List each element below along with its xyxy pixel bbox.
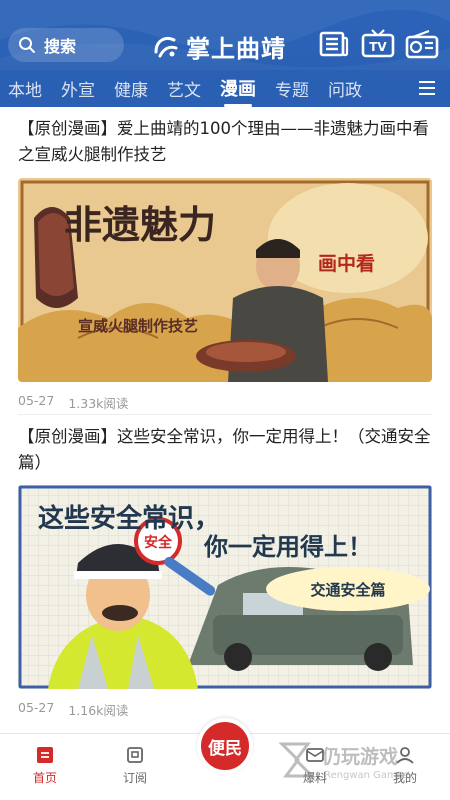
divider [18, 414, 432, 415]
tab-comics[interactable]: 漫画 [220, 75, 256, 107]
logo-text: 掌上曲靖 [186, 33, 286, 63]
svg-text:交通安全篇: 交通安全篇 [310, 581, 385, 599]
article-card[interactable]: 【原创漫画】这些安全常识，你一定用得上！（交通安全篇） 安全 这些安全常识， 你… [18, 424, 432, 719]
article-date: 05-27 [18, 393, 55, 408]
article-title[interactable]: 【原创漫画】爱上曲靖的100个理由——非遗魅力画中看之宣威火腿制作技艺 [18, 116, 432, 168]
svg-text:非遗魅力: 非遗魅力 [64, 202, 216, 247]
article-title[interactable]: 【原创漫画】这些安全常识，你一定用得上！（交通安全篇） [18, 424, 432, 476]
nav-subscribe-label: 订阅 [122, 771, 147, 785]
subscribe-icon [127, 747, 143, 763]
svg-text:宣威火腿制作技艺: 宣威火腿制作技艺 [78, 317, 198, 335]
search-icon [19, 37, 35, 53]
app-header: 搜索 掌上曲靖 TV 本地 外宣 健康 艺文 漫画 专题 问政 [0, 0, 450, 107]
svg-text:这些安全常识，: 这些安全常识， [38, 503, 220, 534]
article-read-count: 1.16k阅读 [68, 703, 129, 718]
svg-text:安全: 安全 [144, 534, 173, 551]
tab-external[interactable]: 外宣 [61, 76, 95, 101]
article-card[interactable]: 【原创漫画】爱上曲靖的100个理由——非遗魅力画中看之宣威火腿制作技艺 非遗魅力… [18, 116, 432, 412]
tab-arts[interactable]: 艺文 [167, 76, 201, 101]
article-meta: 05-27 1.33k阅读 [18, 393, 432, 412]
search-label: 搜索 [44, 37, 77, 56]
newspaper-icon[interactable] [316, 28, 350, 60]
watermark-logo-icon [278, 742, 316, 778]
logo-mark-icon [154, 37, 178, 58]
svg-text:TV: TV [369, 40, 387, 54]
site-watermark: 仍玩游戏 Rengwan Games [278, 740, 428, 790]
search-bar[interactable]: 搜索 [8, 28, 124, 62]
watermark-text: 仍玩游戏 [322, 746, 399, 768]
article-date: 05-27 [18, 700, 55, 715]
radio-icon[interactable] [405, 28, 439, 60]
traffic-safety-comic-illustration: 安全 这些安全常识， 你一定用得上！ 交通安全篇 [18, 485, 432, 689]
category-tabs: 本地 外宣 健康 艺文 漫画 专题 问政 [0, 70, 450, 107]
nav-subscribe[interactable]: 订阅 [105, 744, 165, 786]
menu-icon[interactable] [418, 80, 436, 96]
convenience-button[interactable]: 便民 [197, 718, 253, 774]
tab-local[interactable]: 本地 [8, 76, 42, 101]
intangible-heritage-comic-illustration: 非遗魅力 画中看 宣威火腿制作技艺 [18, 178, 432, 382]
tab-inquiry[interactable]: 问政 [328, 76, 362, 101]
watermark-subtext: Rengwan Games [324, 770, 409, 781]
svg-text:你一定用得上！: 你一定用得上！ [203, 532, 372, 561]
app-logo: 掌上曲靖 [152, 26, 302, 66]
tab-health[interactable]: 健康 [114, 76, 148, 101]
convenience-label: 便民 [208, 738, 242, 759]
tv-icon[interactable]: TV [361, 28, 395, 60]
article-image[interactable]: 安全 这些安全常识， 你一定用得上！ 交通安全篇 [18, 485, 432, 689]
nav-home-label: 首页 [32, 771, 57, 785]
article-image[interactable]: 非遗魅力 画中看 宣威火腿制作技艺 [18, 178, 432, 382]
article-meta: 05-27 1.16k阅读 [18, 700, 432, 719]
nav-home[interactable]: 首页 [15, 744, 75, 786]
tab-topics[interactable]: 专题 [275, 76, 309, 101]
home-icon [37, 747, 53, 763]
article-read-count: 1.33k阅读 [68, 396, 129, 411]
svg-text:画中看: 画中看 [318, 252, 375, 275]
